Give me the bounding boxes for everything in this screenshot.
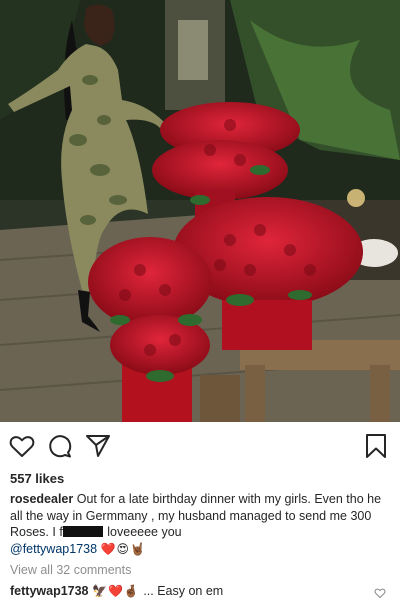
comment-icon[interactable] xyxy=(46,432,74,460)
post-photo-illustration xyxy=(0,0,400,422)
comment-text: ... Easy on em xyxy=(143,584,224,598)
view-all-comments-link[interactable]: View all 32 comments xyxy=(10,563,131,577)
redaction-bar xyxy=(62,526,103,537)
post-photo[interactable] xyxy=(0,0,400,422)
caption-mention[interactable]: @fettywap1738 xyxy=(10,542,97,556)
comment-emojis: 🦅❤️🤞🏾 xyxy=(92,584,140,598)
post-caption: rosedealer Out for a late birthday dinne… xyxy=(10,491,392,557)
post-action-bar xyxy=(0,422,400,468)
caption-username[interactable]: rosedealer xyxy=(10,492,73,506)
bookmark-icon[interactable] xyxy=(362,432,390,460)
small-heart-icon[interactable] xyxy=(374,586,386,599)
caption-text-part2: loveeeee you xyxy=(103,525,182,539)
comment-row: fettywap1738 🦅❤️🤞🏾 ... Easy on em xyxy=(10,584,392,598)
comment-username[interactable]: fettywap1738 xyxy=(10,584,89,598)
caption-emojis: ❤️😍🤘🏾 xyxy=(100,541,146,556)
heart-icon[interactable] xyxy=(8,432,36,460)
share-icon[interactable] xyxy=(84,432,112,460)
likes-count[interactable]: 557 likes xyxy=(10,471,64,486)
